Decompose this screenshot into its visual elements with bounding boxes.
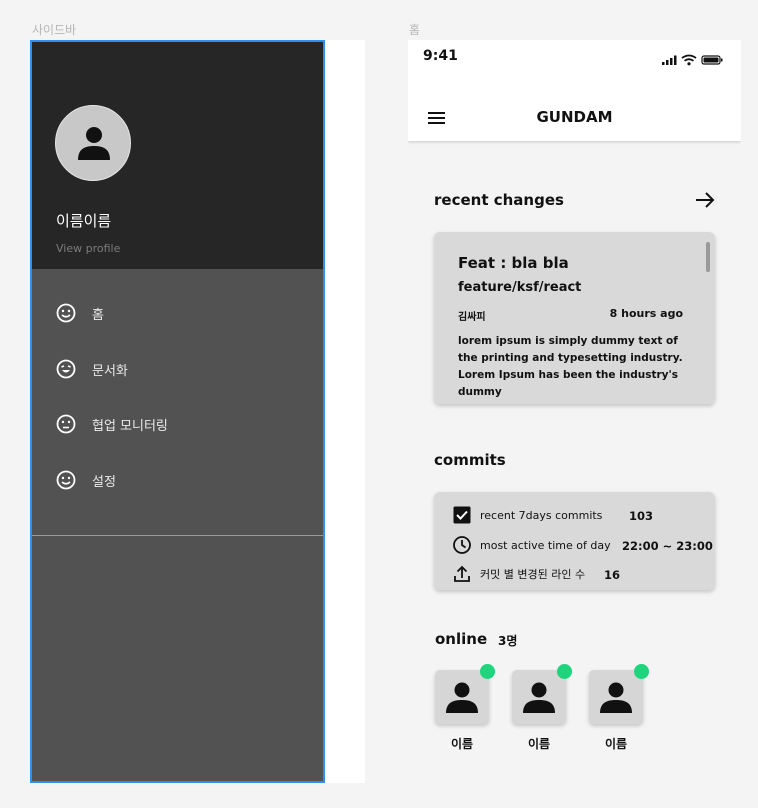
commit-stat-value: 16 bbox=[604, 568, 621, 582]
commit-stat-label: most active time of day bbox=[480, 538, 611, 552]
commits-card: recent 7days commits 103 most active tim… bbox=[434, 492, 715, 590]
commit-description: lorem ipsum is simply dummy text of the … bbox=[458, 335, 683, 398]
app-bar: 9:41 GUNDAM bbox=[408, 40, 741, 141]
sidebar-item-label: 문서화 bbox=[92, 363, 128, 379]
person-icon bbox=[78, 127, 110, 160]
sidebar-item-label: 협업 모니터링 bbox=[92, 418, 168, 434]
person-icon bbox=[523, 682, 555, 713]
online-user-name: 이름 bbox=[450, 737, 474, 751]
status-time: 9:41 bbox=[423, 48, 458, 64]
smile-icon bbox=[56, 470, 76, 490]
online-status-dot bbox=[557, 664, 572, 679]
commit-stat-row: 커밋 별 변경된 라인 수 bbox=[452, 563, 585, 585]
checkbox-icon bbox=[453, 506, 471, 524]
commit-author: 김싸피 bbox=[458, 312, 486, 323]
sidebar-item-label: 설정 bbox=[92, 474, 116, 490]
online-user-avatar[interactable] bbox=[589, 664, 649, 724]
online-title: online bbox=[435, 630, 488, 648]
sidebar-item-home[interactable]: 홈 bbox=[56, 301, 104, 325]
commit-stat-row: recent 7days commits bbox=[452, 504, 602, 526]
home-screen: 9:41 GUNDAM recent changes Feat : bla bl… bbox=[408, 40, 741, 782]
sidebar-item-settings[interactable]: 설정 bbox=[56, 468, 116, 492]
commit-stat-label: recent 7days commits bbox=[480, 508, 603, 522]
sidebar-item-monitoring[interactable]: 협업 모니터링 bbox=[56, 412, 168, 436]
commit-stat-value: 103 bbox=[629, 509, 654, 523]
divider bbox=[32, 535, 323, 536]
sidebar-frame-label: 사이드바 bbox=[32, 23, 77, 37]
online-count: 3명 bbox=[498, 634, 518, 648]
person-icon bbox=[446, 682, 478, 713]
commit-stat-row: most active time of day bbox=[452, 534, 611, 556]
neutral-face-icon bbox=[56, 414, 76, 434]
home-frame-label: 홈 bbox=[409, 23, 421, 37]
commit-title: Feat : bla bla bbox=[458, 254, 569, 272]
person-icon bbox=[600, 682, 632, 713]
battery-icon bbox=[701, 55, 723, 65]
commits-title: commits bbox=[434, 451, 506, 469]
grin-icon bbox=[56, 359, 76, 379]
branch-name: feature/ksf/react bbox=[458, 280, 582, 295]
commit-stat-value: 22:00 ~ 23:00 bbox=[622, 539, 713, 553]
online-user-avatar[interactable] bbox=[512, 664, 572, 724]
commit-time: 8 hours ago bbox=[609, 307, 683, 320]
upload-icon bbox=[454, 565, 470, 582]
sidebar-item-docs[interactable]: 문서화 bbox=[56, 357, 128, 381]
sidebar: 이름이름 View profile 홈 문서화 협업 모니터링 설정 bbox=[30, 40, 325, 783]
wifi-icon bbox=[681, 54, 697, 66]
sidebar-item-label: 홈 bbox=[92, 307, 104, 323]
scrollbar[interactable] bbox=[706, 242, 710, 272]
avatar[interactable] bbox=[55, 105, 131, 181]
online-status-dot bbox=[480, 664, 495, 679]
recent-change-card[interactable]: Feat : bla bla feature/ksf/react 김싸피 8 h… bbox=[434, 232, 715, 404]
recent-changes-title: recent changes bbox=[434, 191, 564, 209]
online-user-avatar[interactable] bbox=[435, 664, 495, 724]
status-bar-icons bbox=[662, 54, 723, 66]
online-user-name: 이름 bbox=[527, 737, 551, 751]
clock-icon bbox=[453, 536, 471, 554]
view-profile-link[interactable]: View profile bbox=[56, 242, 120, 255]
arrow-right-icon[interactable] bbox=[695, 191, 715, 209]
smile-icon bbox=[56, 303, 76, 323]
commit-stat-label: 커밋 별 변경된 라인 수 bbox=[480, 568, 586, 581]
profile-name: 이름이름 bbox=[56, 212, 112, 230]
app-title: GUNDAM bbox=[536, 108, 613, 126]
online-user-name: 이름 bbox=[604, 737, 628, 751]
online-status-dot bbox=[634, 664, 649, 679]
signal-icon bbox=[662, 55, 677, 65]
sidebar-profile-header: 이름이름 View profile bbox=[32, 42, 323, 269]
